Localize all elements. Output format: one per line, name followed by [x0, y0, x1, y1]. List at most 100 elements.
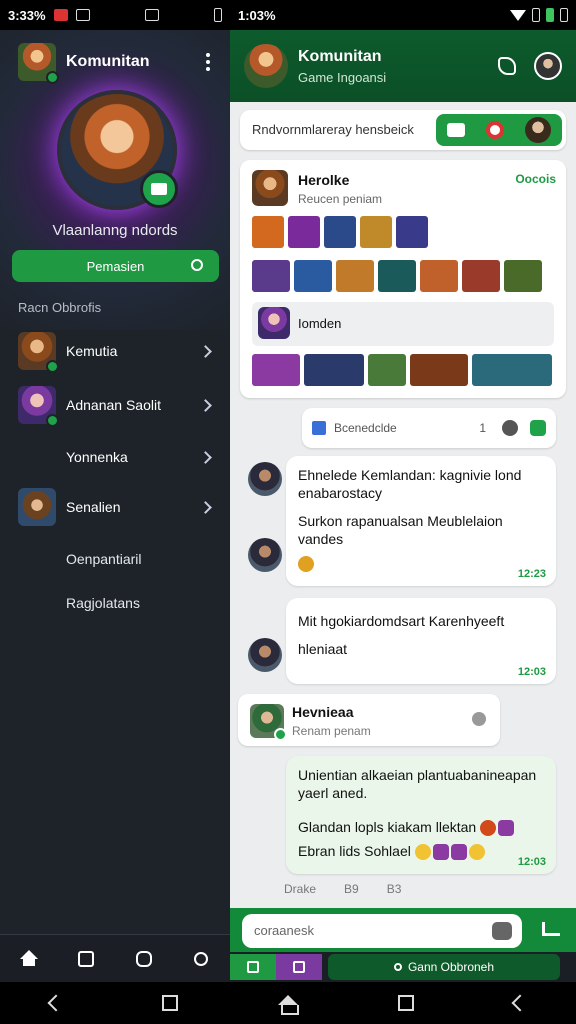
gallery-row — [252, 354, 552, 386]
hero-tile[interactable] — [288, 216, 320, 248]
skin-tile[interactable] — [504, 260, 542, 292]
gallery-tile[interactable] — [368, 354, 406, 386]
gallery-tile[interactable] — [472, 354, 552, 386]
sender-avatar[interactable] — [248, 462, 282, 496]
recents-icon[interactable] — [398, 995, 414, 1011]
emoji-icon — [480, 820, 497, 837]
user-card[interactable]: Hevnieaa Renam penam — [238, 694, 500, 746]
drawer-item-yonnenka[interactable]: Yonnenka — [66, 436, 218, 478]
message-line: hleniaat — [298, 641, 348, 657]
search-bar[interactable]: Rndvornmlareray hensbeick — [240, 110, 566, 150]
gallery-icon[interactable] — [446, 123, 465, 137]
drawer-item-adnanan[interactable]: Adnanan Saolit — [18, 384, 218, 427]
message-time: 12:03 — [517, 666, 546, 678]
search-placeholder: Rndvornmlareray hensbeick — [252, 122, 414, 137]
edit-button[interactable] — [230, 954, 276, 980]
more-options-icon[interactable] — [198, 53, 218, 71]
sticker-icon[interactable] — [133, 948, 155, 970]
camera-icon[interactable] — [492, 922, 512, 940]
hero-tile[interactable] — [252, 216, 284, 248]
chat-avatar[interactable] — [244, 44, 288, 88]
record-icon[interactable] — [485, 121, 504, 139]
skin-tile[interactable] — [462, 260, 500, 292]
chevron-right-icon — [199, 500, 212, 514]
message-bubble[interactable]: Ehnelede Kemlandan: kagnivie lond enabar… — [286, 456, 556, 586]
header-profile-avatar[interactable] — [534, 52, 562, 80]
community-avatar[interactable] — [18, 43, 59, 84]
outgoing-message-bubble[interactable]: Unientian alkaeian plantuabanineapan yae… — [286, 756, 556, 874]
game-card[interactable]: Herolke Reucen peniam Oocois Iomden — [240, 160, 566, 398]
check-icon[interactable] — [530, 420, 546, 436]
media-button[interactable] — [276, 954, 322, 980]
skin-tile[interactable] — [294, 260, 332, 292]
gallery-tile[interactable] — [252, 354, 300, 386]
status-bar-right: 1:03% — [230, 0, 576, 30]
avatar — [18, 386, 59, 427]
chevron-right-icon — [199, 344, 212, 358]
navigation-drawer: Komunitan Vlaanlanng ndords Pemasien Rac… — [0, 30, 230, 982]
emoji-icon — [432, 844, 449, 861]
avatar — [18, 332, 59, 373]
recents-icon[interactable] — [162, 995, 178, 1011]
game-mode-button[interactable]: Gann Obbroneh — [328, 954, 560, 980]
chat-header-text[interactable]: Komunitan Game Ingoansi — [298, 48, 498, 85]
hero-tile[interactable] — [360, 216, 392, 248]
camera-icon[interactable] — [75, 948, 97, 970]
section-label: Racn Obbrofis — [18, 300, 102, 315]
message-line: enabarostacy — [298, 485, 383, 501]
skin-row — [252, 260, 542, 292]
search-icon — [191, 259, 203, 271]
meta-row: Drake B9 B3 — [284, 882, 401, 896]
shield-icon — [144, 9, 159, 21]
send-icon[interactable] — [542, 922, 560, 936]
drawer-item-senalien[interactable]: Senalien — [18, 486, 218, 528]
game-mode-label: Gann Obbroneh — [407, 960, 495, 974]
skin-tile[interactable] — [378, 260, 416, 292]
message-text: Ebran lids Sohlael — [298, 843, 411, 859]
drawer-bottom-nav — [0, 934, 230, 982]
reaction-card[interactable]: Bcenedclde 1 — [302, 408, 556, 448]
skin-tile[interactable] — [420, 260, 458, 292]
drawer-header: Komunitan — [18, 42, 218, 84]
message-line: Glandan lopls kiakam llektan — [298, 818, 546, 837]
skin-tile[interactable] — [336, 260, 374, 292]
signal-icon — [532, 8, 540, 22]
emoji-icon[interactable] — [502, 420, 518, 436]
verified-badge-icon — [46, 71, 59, 84]
sender-avatar[interactable] — [248, 538, 282, 572]
gallery-tile[interactable] — [304, 354, 364, 386]
drawer-item-kemutia[interactable]: Kemutia — [18, 330, 218, 373]
back-icon[interactable] — [47, 994, 65, 1012]
search-icon[interactable] — [190, 948, 212, 970]
back-icon[interactable] — [511, 994, 529, 1012]
message-input[interactable]: coraanesk — [242, 914, 522, 948]
emoji-icon — [298, 556, 314, 572]
status-time-left: 3:33% — [8, 7, 46, 23]
chat-title: Komunitan — [298, 47, 382, 65]
primary-action-button[interactable]: Pemasien — [12, 250, 219, 282]
emoji-icon — [468, 844, 485, 861]
battery-level-icon — [560, 8, 568, 22]
user-avatar[interactable] — [525, 117, 552, 143]
status-time-right: 1:03% — [238, 7, 276, 23]
chat-subtitle: Game Ingoansi — [298, 69, 387, 85]
game-sub-card[interactable]: Iomden — [252, 302, 554, 346]
online-badge-icon — [46, 414, 59, 427]
hero-tile[interactable] — [324, 216, 356, 248]
hero-icons-row — [252, 216, 428, 248]
gallery-tile[interactable] — [410, 354, 468, 386]
wifi-icon — [510, 9, 526, 21]
sender-avatar[interactable] — [248, 638, 282, 672]
game-title: Herolke — [298, 172, 350, 188]
skin-tile[interactable] — [252, 260, 290, 292]
hero-tile[interactable] — [396, 216, 428, 248]
message-line: Unientian alkaeian plantuabanineapan — [298, 767, 537, 783]
info-icon[interactable] — [472, 712, 486, 726]
home-icon[interactable] — [18, 948, 40, 970]
message-line: Mit hgokiardomdsart Karenhyeeft — [298, 613, 505, 629]
phone-icon[interactable] — [498, 57, 516, 75]
message-bubble[interactable]: Mit hgokiardomdsart Karenhyeeft hleniaat… — [286, 598, 556, 684]
emoji-icon — [414, 844, 431, 861]
home-icon[interactable] — [278, 995, 299, 1015]
add-group-icon[interactable] — [140, 170, 178, 208]
